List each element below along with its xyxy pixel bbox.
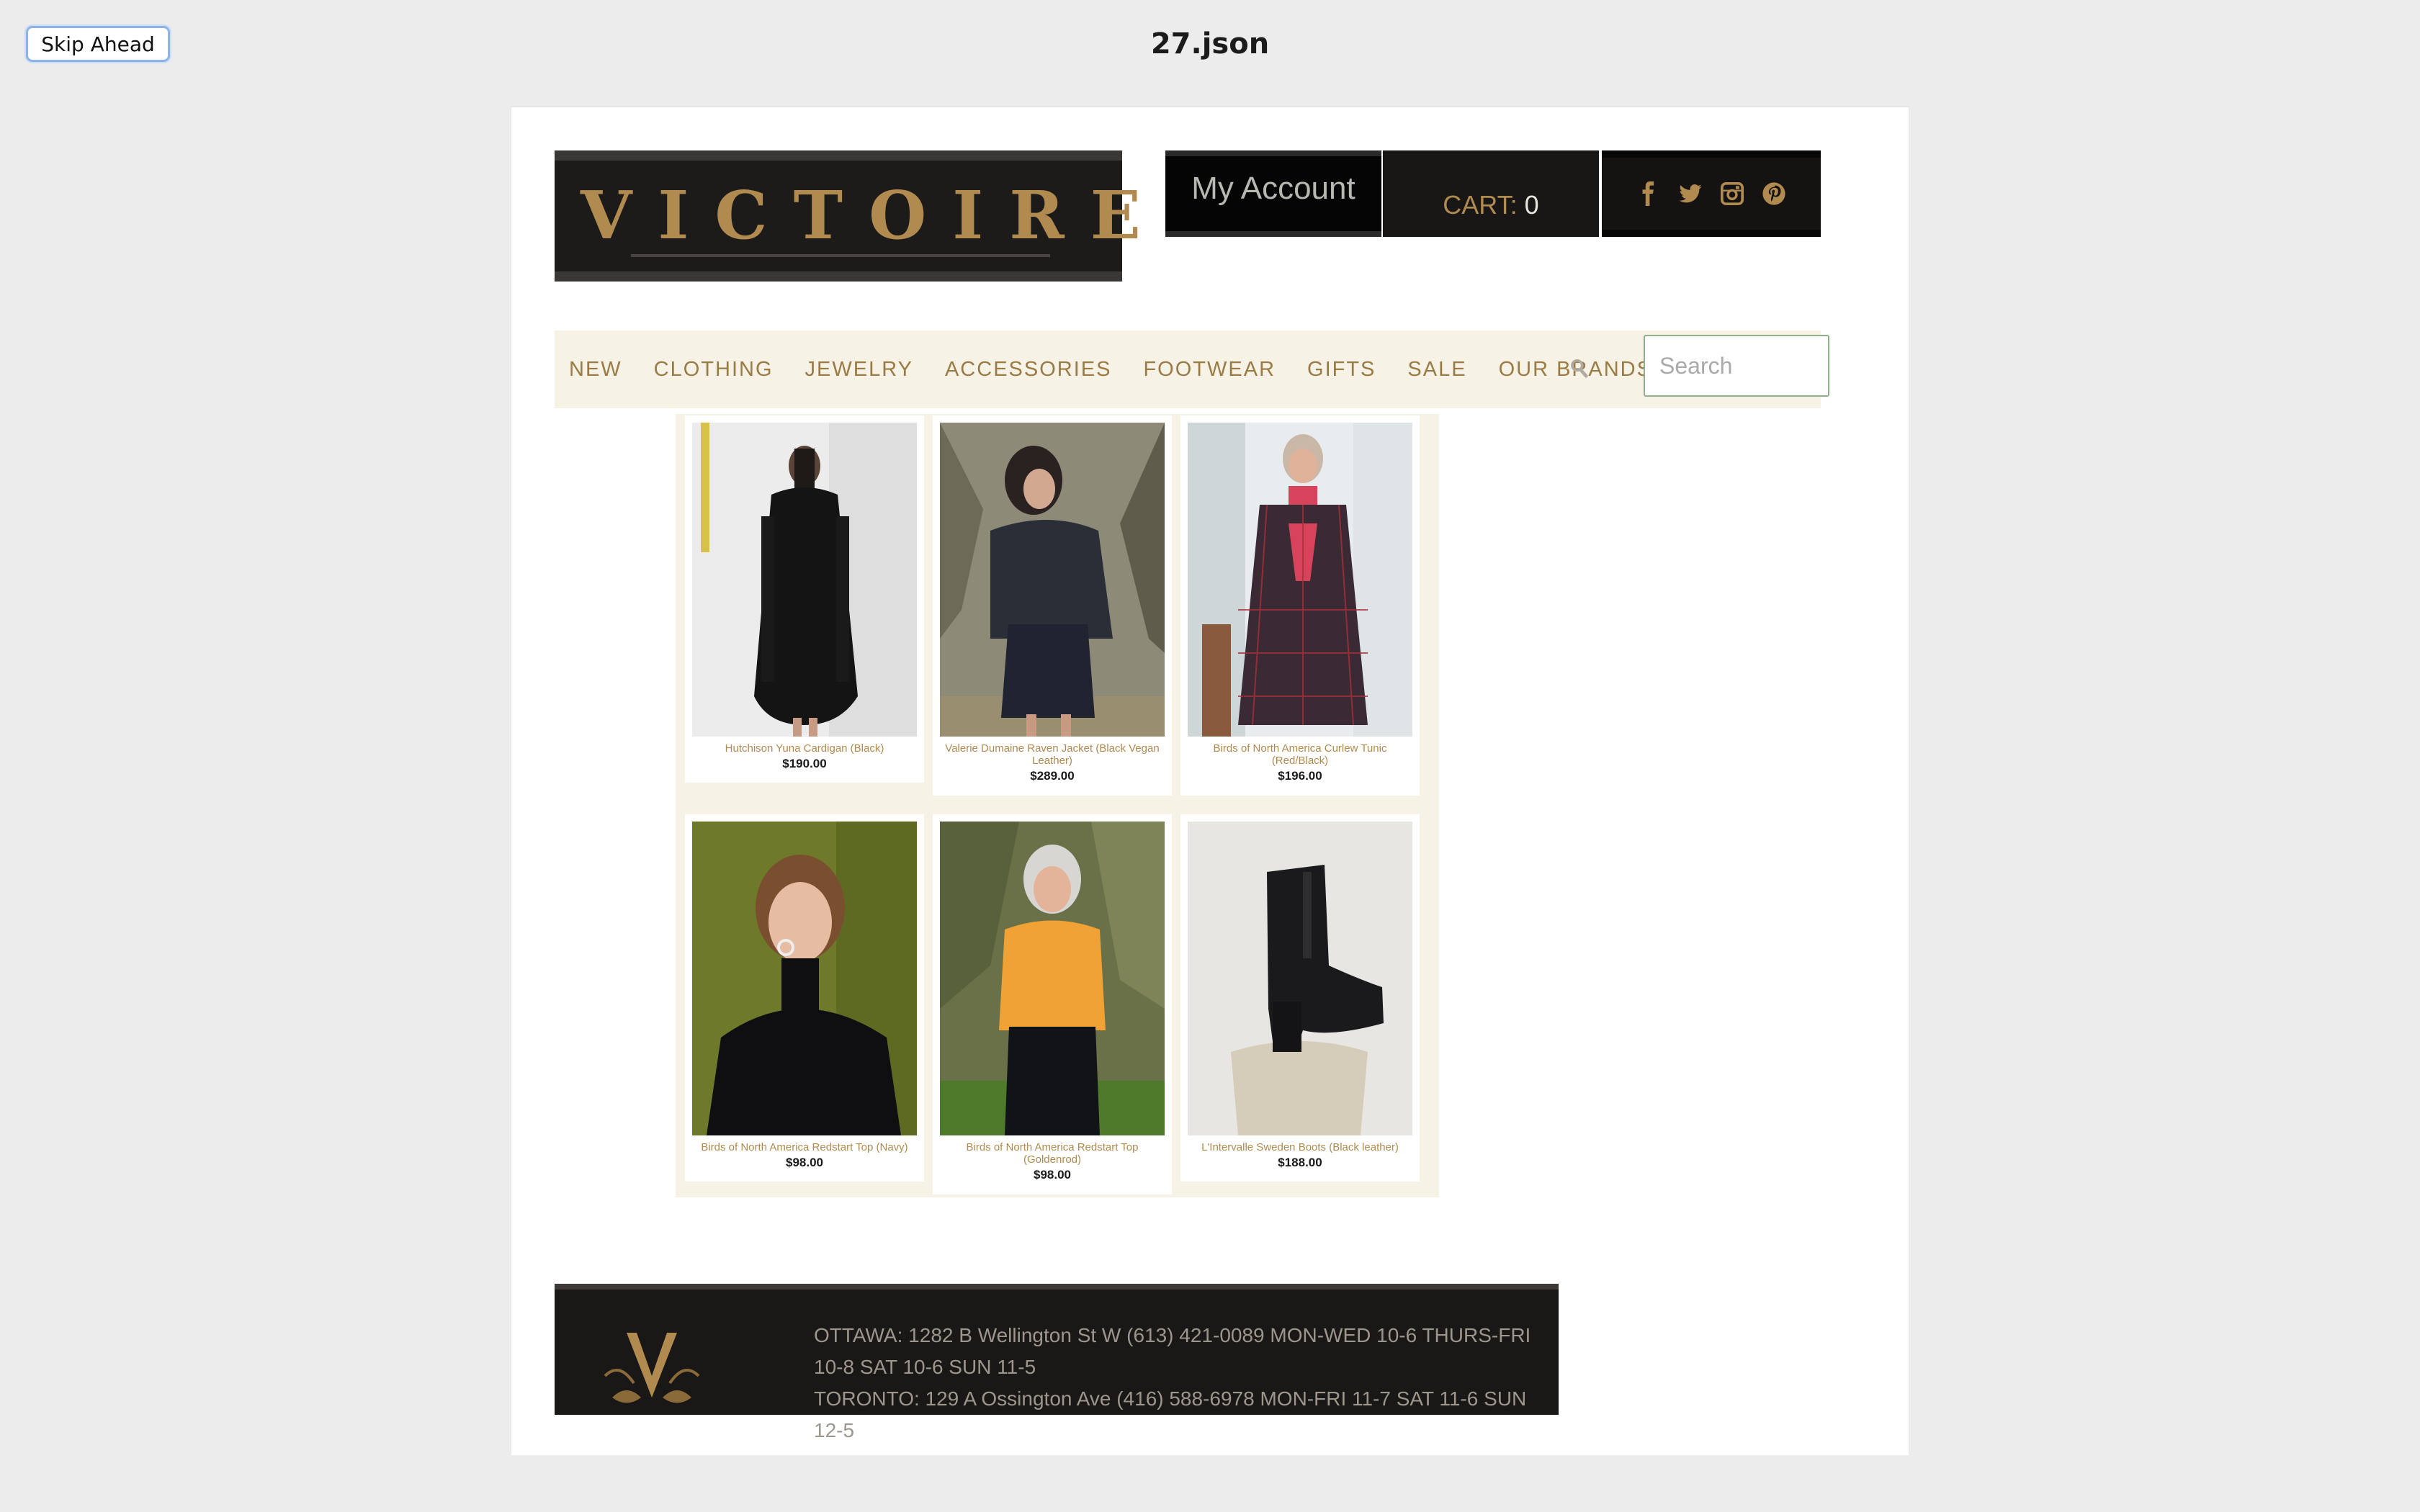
- product-name[interactable]: Hutchison Yuna Cardigan (Black): [692, 742, 917, 755]
- toronto-store-info: TORONTO: 129 A Ossington Ave (416) 588-6…: [814, 1387, 1527, 1441]
- site-footer: OTTAWA: 1282 B Wellington St W (613) 421…: [555, 1284, 1559, 1441]
- twitter-icon[interactable]: [1678, 181, 1703, 206]
- cart-label: CART: 0: [1443, 190, 1539, 220]
- logo-text: VICTOIRE: [581, 176, 1167, 254]
- product-price: $98.00: [786, 1156, 823, 1169]
- my-account-label: My Account: [1191, 171, 1355, 206]
- product-card[interactable]: Birds of North America Redstart Top (Nav…: [685, 814, 924, 1182]
- product-image[interactable]: [940, 822, 1165, 1135]
- nav-new[interactable]: NEW: [569, 358, 622, 382]
- product-price: $190.00: [782, 757, 827, 770]
- instagram-icon[interactable]: [1720, 181, 1744, 206]
- document-title: 27.json: [1150, 27, 1270, 60]
- site-logo[interactable]: VICTOIRE: [555, 150, 1167, 282]
- cart-button[interactable]: CART: 0: [1383, 150, 1599, 237]
- nav-sale[interactable]: SALE: [1407, 358, 1466, 382]
- social-links: [1602, 150, 1821, 237]
- product-name[interactable]: Birds of North America Redstart Top (Nav…: [692, 1141, 917, 1153]
- nav-clothing[interactable]: CLOTHING: [654, 358, 774, 382]
- product-price: $188.00: [1278, 1156, 1322, 1169]
- product-price: $196.00: [1278, 769, 1322, 783]
- nav-footwear[interactable]: FOOTWEAR: [1143, 358, 1276, 382]
- facebook-icon[interactable]: [1636, 181, 1661, 206]
- product-name[interactable]: L'Intervalle Sweden Boots (Black leather…: [1188, 1141, 1412, 1153]
- product-name[interactable]: Birds of North America Redstart Top (Gol…: [940, 1141, 1165, 1166]
- my-account-button[interactable]: My Account: [1165, 150, 1381, 237]
- product-image[interactable]: [1188, 423, 1412, 737]
- cart-count: 0: [1524, 190, 1539, 220]
- store-page: VICTOIRE My Account CART: 0 NEW CLOTHING…: [511, 107, 1909, 1455]
- product-name[interactable]: Valerie Dumaine Raven Jacket (Black Vega…: [940, 742, 1165, 767]
- product-card[interactable]: Hutchison Yuna Cardigan (Black) $190.00: [685, 415, 924, 783]
- product-image[interactable]: [1188, 822, 1412, 1135]
- product-card[interactable]: Birds of North America Redstart Top (Gol…: [933, 814, 1172, 1194]
- search-input[interactable]: [1644, 335, 1829, 397]
- nav-accessories[interactable]: ACCESSORIES: [945, 358, 1112, 382]
- ottawa-store-info: OTTAWA: 1282 B Wellington St W (613) 421…: [814, 1324, 1531, 1378]
- product-image[interactable]: [692, 822, 917, 1135]
- product-card[interactable]: L'Intervalle Sweden Boots (Black leather…: [1180, 814, 1420, 1182]
- pinterest-icon[interactable]: [1762, 181, 1786, 206]
- logo-underline: [631, 254, 1050, 257]
- footer-logo-icon: [598, 1318, 706, 1419]
- product-image[interactable]: [940, 423, 1165, 737]
- product-price: $98.00: [1034, 1168, 1071, 1182]
- product-card[interactable]: Birds of North America Curlew Tunic (Red…: [1180, 415, 1420, 796]
- nav-jewelry[interactable]: JEWELRY: [805, 358, 913, 382]
- product-card[interactable]: Valerie Dumaine Raven Jacket (Black Vega…: [933, 415, 1172, 796]
- main-nav: NEW CLOTHING JEWELRY ACCESSORIES FOOTWEA…: [555, 330, 1829, 408]
- product-price: $289.00: [1030, 769, 1075, 783]
- product-name[interactable]: Birds of North America Curlew Tunic (Red…: [1188, 742, 1412, 767]
- search-icon[interactable]: [1569, 356, 1589, 379]
- product-image[interactable]: [692, 423, 917, 737]
- nav-gifts[interactable]: GIFTS: [1307, 358, 1376, 382]
